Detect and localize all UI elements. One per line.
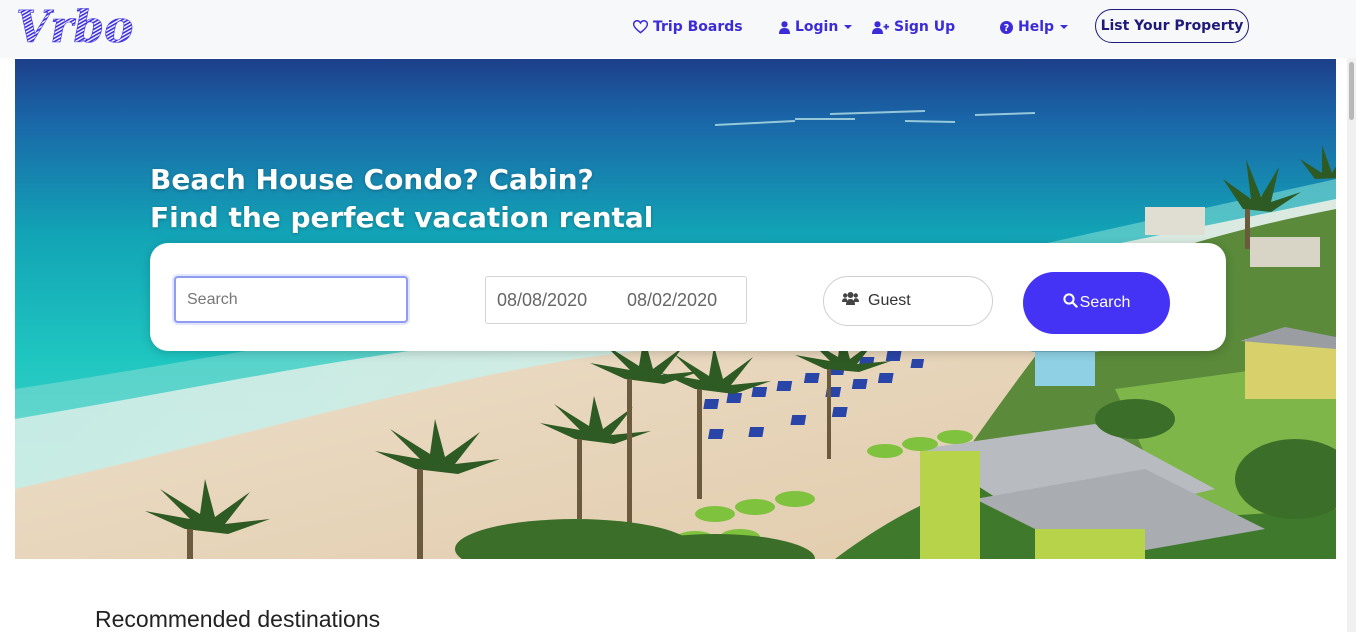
vrbo-logo[interactable]: Vrbo [16, 2, 140, 54]
headline-line-2: Find the perfect vacation rental [150, 201, 654, 234]
nav-help[interactable]: ? Help [1000, 17, 1069, 37]
heart-icon [633, 20, 648, 34]
recommended-destinations-heading: Recommended destinations [95, 606, 381, 632]
help-label: Help [1018, 19, 1055, 35]
user-plus-icon [872, 20, 889, 34]
nav-trip-boards[interactable]: Trip Boards [633, 17, 743, 37]
search-icon [1063, 293, 1078, 313]
question-circle-icon: ? [1000, 20, 1013, 34]
search-input[interactable] [174, 276, 408, 323]
trip-boards-label: Trip Boards [653, 19, 743, 35]
chevron-down-icon [1060, 25, 1069, 29]
checkout-date[interactable]: 08/02/2020 [627, 290, 717, 311]
guest-selector[interactable]: Guest [823, 276, 993, 326]
users-icon [842, 292, 859, 310]
search-panel: 08/08/2020 08/02/2020 Guest Search [150, 243, 1226, 351]
search-button-label: Search [1079, 294, 1131, 311]
guest-label: Guest [868, 292, 911, 309]
login-label: Login [795, 19, 839, 35]
hero-headline: Beach House Condo? Cabin? Find the perfe… [150, 161, 653, 237]
search-button[interactable]: Search [1023, 272, 1170, 334]
svg-text:?: ? [1004, 23, 1010, 34]
page-scrollbar[interactable] [1347, 58, 1356, 632]
top-navbar: Vrbo Trip Boards Login Sign Up ? Help Li… [0, 0, 1356, 58]
scrollbar-thumb[interactable] [1349, 62, 1354, 120]
list-your-property-button[interactable]: List Your Property [1095, 9, 1249, 43]
user-icon [779, 20, 790, 34]
nav-login[interactable]: Login [779, 17, 853, 37]
checkin-date[interactable]: 08/08/2020 [497, 290, 587, 311]
date-range-field[interactable]: 08/08/2020 08/02/2020 [485, 276, 747, 324]
signup-label: Sign Up [894, 19, 956, 35]
headline-line-1: Beach House Condo? Cabin? [150, 163, 594, 196]
chevron-down-icon [844, 25, 853, 29]
svg-text:Vrbo: Vrbo [16, 4, 133, 48]
nav-signup[interactable]: Sign Up [872, 17, 955, 37]
